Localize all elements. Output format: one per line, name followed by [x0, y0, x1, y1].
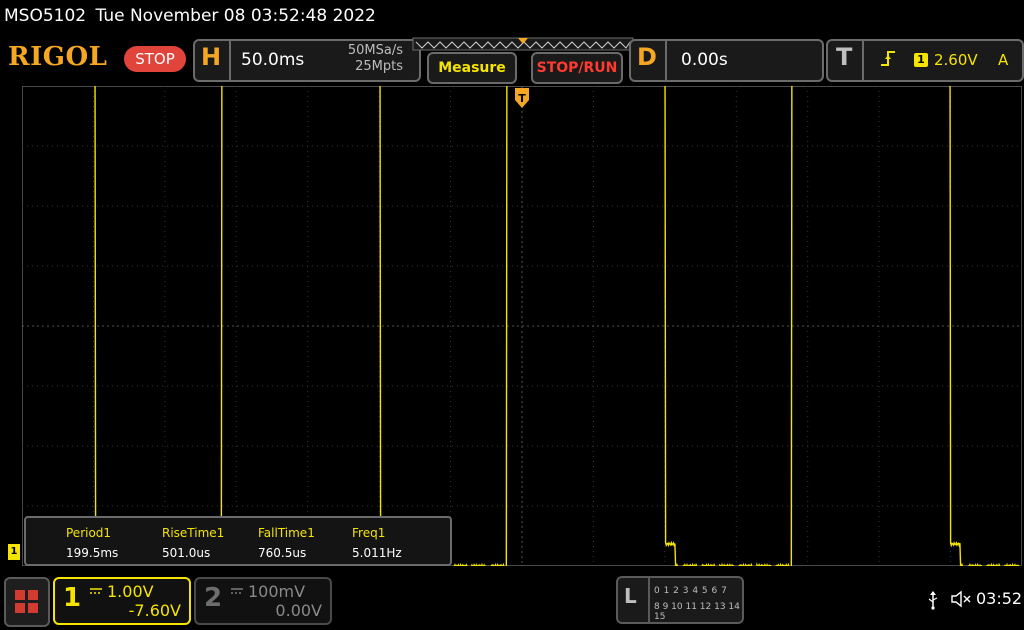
trigger-position-marker: T: [515, 88, 529, 108]
rising-edge-icon: [881, 51, 895, 66]
measure-button[interactable]: Measure: [427, 52, 517, 84]
trigger-level: 2.60V: [934, 51, 978, 69]
title-bar: MSO5102 Tue November 08 03:52:48 2022: [0, 0, 1024, 32]
logic-channels-high: 8 9 10 11 12 13 14 15: [654, 602, 740, 622]
measurement-panel: Period1 RiseTime1 FallTime1 Freq1 199.5m…: [24, 516, 452, 566]
main-menu-button[interactable]: [4, 577, 50, 627]
memory-position-strip: [412, 37, 634, 51]
trigger-mode: A: [998, 51, 1009, 69]
meas-value-freq: 5.011Hz: [352, 546, 402, 560]
meas-header-risetime: RiseTime1: [162, 526, 225, 540]
logic-analyzer-panel[interactable]: L 0 1 2 3 4 5 6 7 8 9 10 11 12 13 14 15: [616, 576, 744, 624]
dc-coupling-icon: [231, 588, 243, 594]
trigger-panel[interactable]: T 1 2.60V A: [826, 39, 1024, 82]
divider: [665, 41, 667, 80]
delay-panel[interactable]: D 0.00s: [629, 39, 824, 82]
channel-1-offset: -7.60V: [128, 601, 181, 620]
system-clock: 03:52: [976, 589, 1023, 608]
channel-1-ground-marker[interactable]: 1: [8, 544, 20, 560]
meas-header-freq: Freq1: [352, 526, 386, 540]
logic-letter: L: [624, 584, 637, 608]
channel-2-panel[interactable]: 2 100mV 0.00V: [194, 577, 332, 625]
graticule: [22, 86, 1022, 566]
channel-2-scale: 100mV: [248, 582, 306, 601]
horizontal-panel[interactable]: H 50.0ms 50MSa/s 25Mpts: [193, 39, 421, 82]
delay-letter: D: [637, 43, 657, 71]
logic-channels-low: 0 1 2 3 4 5 6 7: [654, 586, 728, 596]
datetime-readout: Tue November 08 03:52:48 2022: [95, 6, 376, 26]
usb-icon: [928, 591, 938, 610]
channel-2-number: 2: [204, 583, 223, 613]
stop-run-button[interactable]: STOP/RUN: [531, 52, 623, 84]
dc-coupling-icon: [90, 588, 102, 594]
divider: [862, 41, 864, 80]
trigger-letter: T: [836, 43, 853, 71]
meas-value-falltime: 760.5us: [258, 546, 307, 560]
waveform-display[interactable]: T: [22, 86, 1022, 566]
trigger-source-badge: 1: [914, 53, 928, 67]
divider: [229, 41, 231, 80]
channel-1-number: 1: [63, 583, 82, 613]
meas-value-risetime: 501.0us: [162, 546, 211, 560]
channel-1-scale: 1.00V: [107, 582, 154, 601]
memory-depth: 25Mpts: [355, 59, 403, 74]
divider: [648, 578, 650, 622]
meas-value-period: 199.5ms: [66, 546, 119, 560]
channel-1-panel[interactable]: 1 1.00V -7.60V: [53, 577, 191, 625]
run-status-badge: STOP: [124, 46, 186, 72]
trigger-marker-label: T: [518, 92, 526, 105]
menu-grid-icon: [15, 590, 38, 613]
timebase-value: 50.0ms: [241, 50, 305, 70]
channel-2-offset: 0.00V: [275, 601, 322, 620]
horizontal-letter: H: [201, 43, 222, 71]
instrument-model: MSO5102: [4, 6, 87, 26]
brand-logo: RIGOL: [8, 42, 108, 72]
meas-header-falltime: FallTime1: [258, 526, 315, 540]
meas-header-period: Period1: [66, 526, 112, 540]
sample-rate: 50MSa/s: [347, 43, 403, 58]
speaker-muted-icon[interactable]: [950, 590, 972, 608]
delay-value: 0.00s: [681, 50, 728, 70]
